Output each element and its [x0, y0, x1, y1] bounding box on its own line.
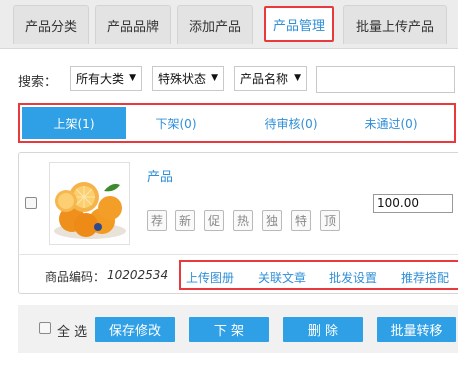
- card-divider: [18, 254, 458, 255]
- status-tab-pending[interactable]: 待审核(0): [241, 107, 341, 139]
- tab-add-product[interactable]: 添加产品: [177, 5, 253, 44]
- search-input[interactable]: [316, 66, 455, 93]
- tab-product-brand[interactable]: 产品品牌: [95, 5, 171, 44]
- product-code-label: 商品编码：: [45, 270, 106, 284]
- tag-new[interactable]: 新: [175, 210, 195, 231]
- tab-bulk-upload[interactable]: 批量上传产品: [343, 5, 447, 44]
- status-tab-rejected[interactable]: 未通过(0): [341, 107, 441, 139]
- status-tab-on-shelf[interactable]: 上架(1): [22, 107, 126, 139]
- tag-exclusive[interactable]: 独: [262, 210, 282, 231]
- caret-down-icon: ▼: [129, 73, 136, 83]
- tag-hot[interactable]: 热: [233, 210, 253, 231]
- status-select-value: 特殊状态: [158, 72, 207, 86]
- product-action-links: 上传图册 关联文章 批发设置 推荐搭配: [179, 260, 458, 290]
- status-select[interactable]: 特殊状态 ▼: [152, 66, 224, 91]
- take-off-shelf-button[interactable]: 下 架: [189, 317, 269, 342]
- field-select[interactable]: 产品名称 ▼: [234, 66, 307, 91]
- save-changes-button[interactable]: 保存修改: [95, 317, 175, 342]
- select-all-checkbox[interactable]: [39, 322, 51, 334]
- category-select[interactable]: 所有大类 ▼: [70, 66, 142, 91]
- product-thumbnail[interactable]: [49, 162, 130, 245]
- caret-down-icon: ▼: [211, 73, 218, 83]
- category-select-value: 所有大类: [76, 72, 125, 86]
- delete-button[interactable]: 删 除: [283, 317, 363, 342]
- top-tab-bar: 产品分类 产品品牌 添加产品 产品管理 批量上传产品: [0, 0, 458, 49]
- tab-product-category[interactable]: 产品分类: [13, 5, 89, 44]
- orange-image: [50, 163, 129, 244]
- upload-gallery-link[interactable]: 上传图册: [186, 269, 234, 286]
- bulk-transfer-button[interactable]: 批量转移: [377, 317, 456, 342]
- wholesale-settings-link[interactable]: 批发设置: [329, 269, 377, 286]
- related-articles-link[interactable]: 关联文章: [258, 269, 306, 286]
- recommended-match-link[interactable]: 推荐搭配: [401, 269, 449, 286]
- tag-recommend[interactable]: 荐: [147, 210, 167, 231]
- status-tab-off-shelf[interactable]: 下架(0): [136, 107, 216, 139]
- product-name-link[interactable]: 产品: [147, 166, 173, 185]
- product-code-value: 10202534: [107, 268, 169, 282]
- field-select-value: 产品名称: [240, 72, 289, 86]
- search-label: 搜索：: [18, 75, 58, 90]
- caret-down-icon: ▼: [294, 73, 301, 83]
- tab-product-management[interactable]: 产品管理: [264, 6, 334, 42]
- status-tabs: 上架(1) 下架(0) 待审核(0) 未通过(0): [18, 103, 456, 143]
- tag-top[interactable]: 顶: [320, 210, 340, 231]
- product-checkbox[interactable]: [25, 197, 37, 209]
- tag-promo[interactable]: 促: [204, 210, 224, 231]
- select-all-label: 全 选: [57, 325, 88, 340]
- price-input[interactable]: 100.00: [373, 194, 453, 213]
- tag-special[interactable]: 特: [291, 210, 311, 231]
